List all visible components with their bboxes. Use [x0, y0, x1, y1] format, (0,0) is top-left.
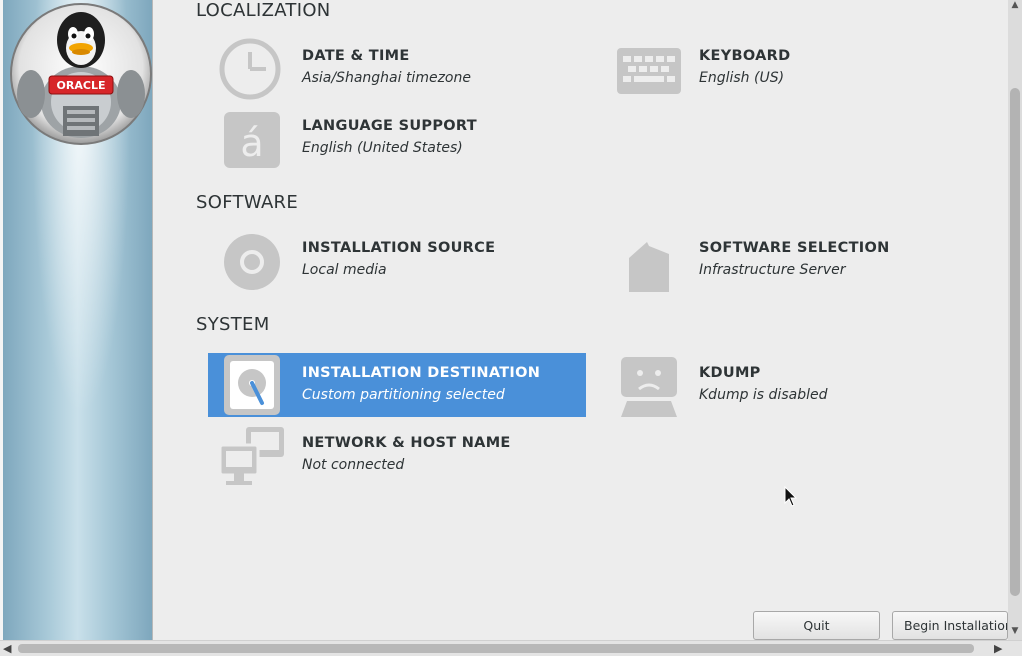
mouse-cursor-icon [784, 486, 798, 507]
disc-icon [224, 234, 280, 290]
sidebar: ORACLE [0, 0, 152, 640]
spoke-title: KDUMP [699, 365, 761, 381]
spoke-status: Custom partitioning selected [302, 387, 505, 403]
spoke-title: KEYBOARD [699, 48, 791, 64]
spoke-status: English (United States) [302, 140, 463, 156]
section-heading-localization: LOCALIZATION [196, 0, 331, 21]
oracle-badge-text: ORACLE [57, 79, 106, 92]
oracle-linux-logo: ORACLE [10, 3, 152, 145]
spoke-title: LANGUAGE SUPPORT [302, 118, 477, 134]
language-icon: á [224, 112, 280, 168]
spoke-title: INSTALLATION SOURCE [302, 240, 496, 256]
package-icon [629, 242, 669, 292]
spoke-title: DATE & TIME [302, 48, 410, 64]
spoke-title: NETWORK & HOST NAME [302, 435, 511, 451]
spoke-status: Infrastructure Server [699, 262, 846, 278]
spoke-title: SOFTWARE SELECTION [699, 240, 890, 256]
begin-installation-button[interactable]: Begin Installation [892, 611, 1008, 640]
spoke-status: Local media [302, 262, 387, 278]
spoke-installation-source[interactable]: INSTALLATION SOURCE Local media [208, 228, 586, 292]
spoke-keyboard[interactable]: KEYBOARD English (US) [605, 36, 985, 100]
spoke-status: Not connected [302, 457, 405, 473]
network-icon [218, 427, 284, 485]
spoke-status: English (US) [699, 70, 785, 86]
clock-icon [219, 38, 281, 100]
vertical-scrollbar[interactable]: ▲ ▼ [1008, 0, 1022, 640]
kdump-icon [621, 357, 677, 417]
spoke-software-selection[interactable]: SOFTWARE SELECTION Infrastructure Server [605, 228, 985, 292]
spoke-date-time[interactable]: DATE & TIME Asia/Shanghai timezone [208, 36, 586, 100]
scroll-up-icon[interactable]: ▲ [1010, 0, 1020, 12]
scroll-left-icon[interactable]: ◀ [3, 642, 11, 655]
harddisk-icon [224, 355, 280, 415]
spoke-installation-destination[interactable]: INSTALLATION DESTINATION Custom partitio… [208, 353, 586, 417]
quit-button[interactable]: Quit [753, 611, 880, 640]
svg-text:á: á [240, 121, 263, 165]
section-heading-software: SOFTWARE [196, 192, 299, 213]
spoke-kdump[interactable]: KDUMP Kdump is disabled [605, 353, 985, 417]
scroll-right-icon[interactable]: ▶ [994, 642, 1002, 655]
scroll-down-icon[interactable]: ▼ [1010, 626, 1020, 638]
spoke-status: Asia/Shanghai timezone [302, 70, 471, 86]
horizontal-scrollbar[interactable]: ◀ ▶ [0, 640, 1022, 656]
spoke-language-support[interactable]: á LANGUAGE SUPPORT English (United State… [208, 106, 586, 170]
spoke-title: INSTALLATION DESTINATION [302, 365, 541, 381]
horizontal-scrollbar-thumb[interactable] [18, 644, 974, 653]
spoke-network-host-name[interactable]: NETWORK & HOST NAME Not connected [208, 423, 586, 487]
section-heading-system: SYSTEM [196, 314, 270, 335]
keyboard-icon [617, 48, 681, 94]
spoke-status: Kdump is disabled [699, 387, 828, 403]
sidebar-divider [152, 0, 153, 640]
vertical-scrollbar-thumb[interactable] [1010, 88, 1020, 596]
